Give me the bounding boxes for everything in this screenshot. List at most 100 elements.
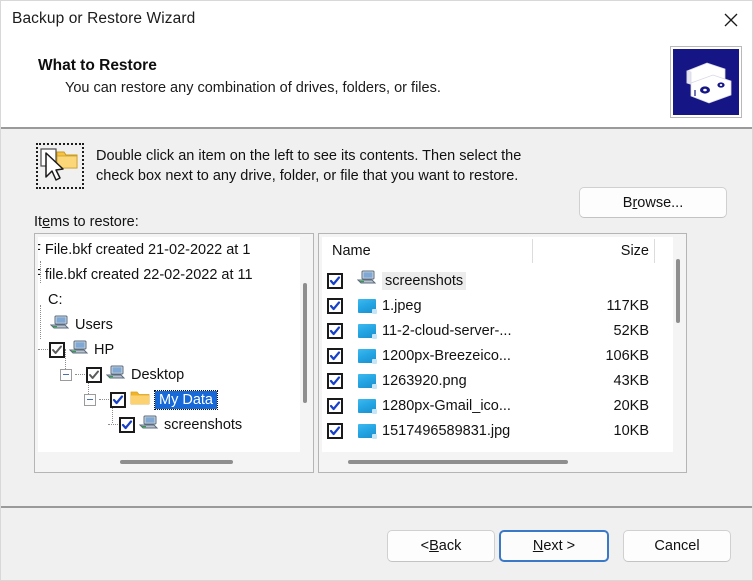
file-checkbox[interactable]	[327, 397, 343, 414]
computer-icon	[356, 270, 377, 291]
tree-row-my-data[interactable]: My Data	[84, 387, 218, 412]
cancel-button[interactable]: Cancel	[623, 530, 731, 562]
tree-label: Desktop	[131, 366, 185, 383]
file-name: 1200px-Breezeico...	[382, 347, 511, 364]
tree-checkbox-hp[interactable]	[49, 341, 65, 358]
image-file-icon	[358, 398, 377, 414]
file-size: 52KB	[613, 322, 649, 339]
file-list-horizontal-scrollbar[interactable]	[322, 456, 683, 468]
file-size: 117KB	[606, 297, 649, 314]
tree-horizontal-scrollbar[interactable]	[38, 456, 310, 468]
file-name: 1280px-Gmail_ico...	[382, 397, 511, 414]
items-to-restore-label: Items to restore:	[34, 214, 139, 230]
tree-expander-minus-icon[interactable]	[60, 368, 72, 381]
tree-row-desktop[interactable]: Desktop	[60, 362, 184, 387]
file-name: screenshots	[382, 271, 467, 290]
tree-row-backup-file-2[interactable]: F file.bkf created 22-02-2022 at 11	[38, 262, 253, 287]
tree-label: Users	[75, 316, 113, 333]
file-checkbox[interactable]	[327, 372, 343, 389]
file-list-row[interactable]: 1200px-Breezeico... 106KB	[322, 343, 673, 368]
items-label-accel: e	[42, 214, 51, 230]
tree-expander-minus-icon[interactable]	[84, 393, 96, 406]
computer-icon	[49, 315, 70, 334]
tree-checkbox-screenshots[interactable]	[119, 416, 135, 433]
file-list-viewport: Name Size screenshots 1.jpeg 117KB 11-2-…	[322, 237, 673, 452]
image-file-icon	[358, 348, 377, 364]
file-list-header: Name Size	[322, 237, 673, 266]
next-button[interactable]: Next >	[499, 530, 609, 562]
instruction-line-1: Double click an item on the left to see …	[96, 148, 522, 164]
column-header-size[interactable]: Size	[574, 243, 649, 259]
back-button[interactable]: < Back	[387, 530, 495, 562]
file-checkbox[interactable]	[327, 347, 343, 364]
tree-vertical-scroll-thumb[interactable]	[303, 283, 307, 403]
file-size: 43KB	[613, 372, 649, 389]
file-list-row-screenshots[interactable]: screenshots	[322, 268, 673, 293]
back-label-after: ack	[438, 538, 462, 554]
close-icon[interactable]	[708, 1, 752, 38]
tree-row-users[interactable]: Users	[49, 312, 113, 337]
page-title: What to Restore	[38, 57, 157, 74]
tree-connector	[38, 348, 48, 351]
tree-connector	[108, 423, 118, 426]
computer-icon	[138, 415, 159, 434]
tree-row-screenshots[interactable]: screenshots	[108, 412, 242, 437]
tree-row-drive-c[interactable]: C:	[48, 287, 63, 312]
wizard-header: What to Restore You can restore any comb…	[1, 39, 752, 128]
file-checkbox[interactable]	[327, 297, 343, 314]
tree-label: HP	[94, 341, 115, 358]
tree-label: C:	[48, 291, 63, 308]
tree-checkbox-desktop[interactable]	[86, 366, 102, 383]
items-label-before: It	[34, 214, 43, 230]
file-checkbox[interactable]	[327, 272, 343, 289]
folder-icon	[130, 390, 150, 409]
cancel-label: Cancel	[654, 538, 700, 554]
file-list-row[interactable]: 1263920.png 43KB	[322, 368, 673, 393]
back-label-before: <	[420, 538, 430, 554]
image-file-icon	[358, 298, 377, 314]
column-divider[interactable]	[532, 239, 533, 263]
wizard-body: Double click an item on the left to see …	[1, 129, 752, 507]
file-list-row[interactable]: 11-2-cloud-server-... 52KB	[322, 318, 673, 343]
file-list-vertical-scrollbar[interactable]	[673, 237, 683, 452]
file-size: 106KB	[605, 347, 649, 364]
next-label-after: ext >	[543, 538, 576, 554]
file-size: 20KB	[613, 397, 649, 414]
file-list-horizontal-scroll-thumb[interactable]	[348, 460, 568, 464]
browse-button[interactable]: Br owse...	[579, 187, 727, 218]
tree-vertical-scrollbar[interactable]	[300, 237, 310, 452]
column-header-name[interactable]: Name	[332, 243, 371, 259]
wizard-footer: < Back Next > Cancel	[1, 508, 752, 580]
column-divider[interactable]	[654, 239, 655, 263]
file-size: 10KB	[613, 422, 649, 439]
tree-label: screenshots	[164, 416, 243, 433]
tree-row-backup-file-1[interactable]: F File.bkf created 21-02-2022 at 1	[38, 237, 250, 262]
browse-label-before: B	[622, 194, 633, 211]
tree-connector	[40, 305, 42, 339]
image-file-icon	[358, 323, 377, 339]
next-label-accel: N	[532, 538, 544, 554]
instruction-text: Double click an item on the left to see …	[96, 146, 576, 186]
browse-label-after: owse...	[637, 194, 684, 211]
back-label-accel: B	[429, 538, 439, 554]
file-list-vertical-scroll-thumb[interactable]	[676, 259, 680, 323]
tree-label: F file.bkf created 22-02-2022 at 11	[38, 266, 253, 283]
tree-row-hp[interactable]: HP	[38, 337, 114, 362]
file-list-row[interactable]: 1.jpeg 117KB	[322, 293, 673, 318]
file-checkbox[interactable]	[327, 322, 343, 339]
image-file-icon	[358, 373, 377, 389]
file-checkbox[interactable]	[327, 422, 343, 439]
items-label-after: ms to restore:	[50, 214, 139, 230]
file-name: 1.jpeg	[382, 297, 422, 314]
title-bar: Backup or Restore Wizard	[1, 1, 752, 39]
tape-backup-icon	[670, 46, 742, 118]
tree-checkbox-my-data[interactable]	[110, 391, 126, 408]
file-list-row[interactable]: 1280px-Gmail_ico... 20KB	[322, 393, 673, 418]
tree-connector	[75, 373, 85, 376]
file-name: 1263920.png	[382, 372, 467, 389]
items-tree: F File.bkf created 21-02-2022 at 1 F fil…	[38, 237, 300, 452]
tree-horizontal-scroll-thumb[interactable]	[120, 460, 233, 464]
instruction-line-2: check box next to any drive, folder, or …	[96, 168, 519, 184]
file-list-panel: Name Size screenshots 1.jpeg 117KB 11-2-…	[318, 233, 687, 473]
file-list-row[interactable]: 1517496589831.jpg 10KB	[322, 418, 673, 443]
